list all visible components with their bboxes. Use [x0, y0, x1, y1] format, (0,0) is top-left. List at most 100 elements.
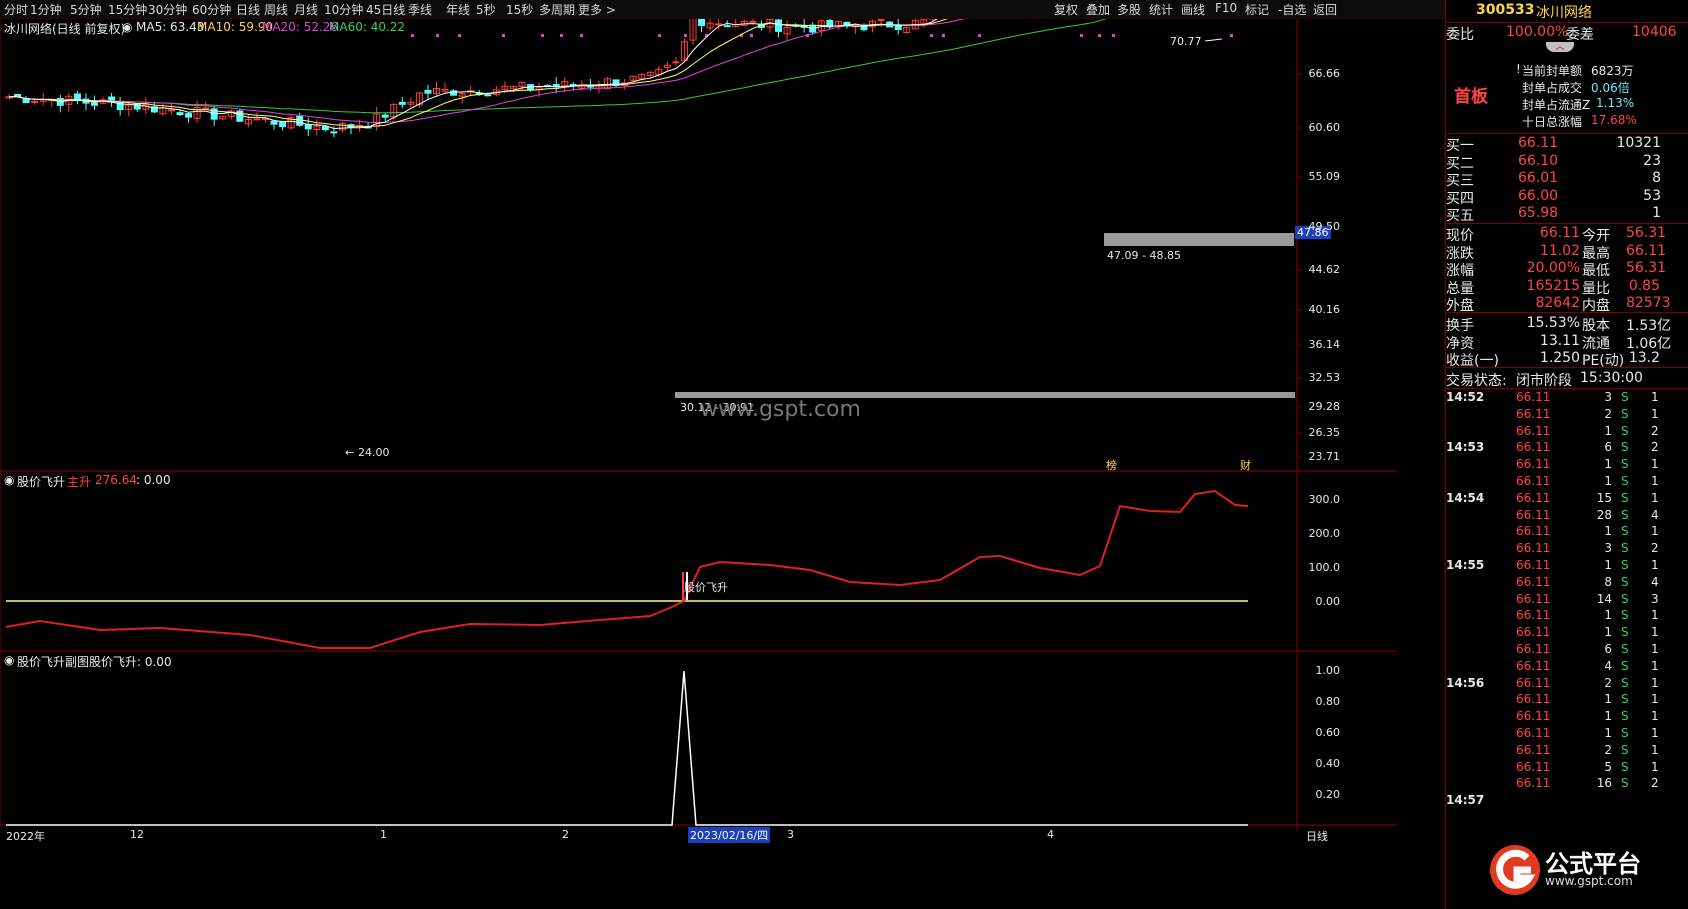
signal-dot [658, 34, 661, 37]
tick-price: 66.11 [1516, 625, 1551, 640]
tick-count: 4 [1651, 574, 1659, 589]
trade-status-label: 交易状态: [1446, 373, 1507, 389]
event-tag-cai[interactable]: 财 [1240, 457, 1251, 473]
stat-value: 0.85 [1628, 277, 1660, 294]
tick-row: 66.11 3 S 2 [1446, 541, 1688, 559]
tick-price: 66.11 [1516, 490, 1551, 505]
signal-dot [436, 34, 439, 37]
indicator2-value: 股价飞升: 0.00 [89, 655, 172, 669]
tick-side: S [1621, 642, 1629, 656]
tool-button-0[interactable]: 复权 [1054, 1, 1078, 18]
legend-toggle-icon[interactable]: ◉ [122, 20, 132, 34]
tool-button-3[interactable]: 统计 [1149, 1, 1173, 18]
period-tab-1[interactable]: 1分钟 [30, 1, 62, 18]
period-tab-13[interactable]: 5秒 [476, 1, 496, 18]
period-tab-8[interactable]: 月线 [294, 1, 318, 18]
period-tab-6[interactable]: 日线 [236, 1, 260, 18]
tool-button-7[interactable]: -自选 [1278, 1, 1306, 18]
tick-count: 4 [1651, 507, 1659, 522]
bid-row[interactable]: 买二 66.10 23 [1446, 153, 1688, 172]
candle-down [270, 120, 278, 125]
tick-side: S [1621, 457, 1629, 472]
signal-dot [541, 34, 544, 37]
indicator2-toggle-icon[interactable]: ◉ [4, 653, 14, 667]
chart-area[interactable]: 冰川网络(日线 前复权) ◉ MA5: 63.43 MA10: 59.90 MA… [0, 19, 1397, 909]
bid-row[interactable]: 买三 66.01 8 [1446, 170, 1688, 189]
stat-row: 外盘 82642 内盘 82573 [1446, 295, 1688, 314]
date-axis-tick: 2022年 [6, 830, 45, 843]
stock-title: 冰川网络(日线 前复权) [4, 22, 126, 36]
logo-url: www.gspt.com [1545, 874, 1633, 888]
tick-side: S [1621, 574, 1629, 589]
candle-down [894, 24, 902, 31]
low-marker: 24.00 [358, 446, 390, 459]
tick-count: 1 [1651, 457, 1659, 472]
tool-button-6[interactable]: 标记 [1245, 1, 1269, 18]
tool-button-8[interactable]: 返回 [1313, 1, 1337, 18]
tick-side: S [1621, 692, 1629, 707]
tick-row: 14:53 66.11 6 S 2 [1446, 440, 1688, 458]
collapse-chevron-icon[interactable]: ︿ [1546, 42, 1574, 52]
tick-row: 14:57 [1446, 793, 1688, 811]
tick-time: 14:57 [1446, 793, 1485, 808]
stat-value: 82573 [1626, 295, 1671, 311]
seal-trade-label: 封单占成交 [1522, 81, 1583, 95]
tool-button-4[interactable]: 画线 [1181, 1, 1205, 18]
ten-day-value: 17.68% [1591, 113, 1637, 127]
tool-button-5[interactable]: F10 [1215, 1, 1237, 15]
tick-volume: 1 [1604, 625, 1612, 640]
period-tab-10[interactable]: 45日线 [366, 1, 405, 18]
zone-upper-label: 47.09 - 48.85 [1107, 249, 1181, 262]
tick-price: 66.11 [1516, 709, 1551, 724]
period-tab-3[interactable]: 15分钟 [108, 1, 147, 18]
indicator1-zero-value: : 0.00 [136, 473, 171, 487]
candle-down [381, 114, 389, 118]
tick-price: 66.11 [1516, 423, 1551, 438]
price-axis-tick: 40.16 [1308, 303, 1341, 316]
tick-volume: 1 [1604, 558, 1612, 572]
tool-button-2[interactable]: 多股 [1117, 1, 1141, 18]
weibi-label: 委比 [1446, 27, 1474, 43]
period-tab-7[interactable]: 周线 [264, 1, 288, 18]
candle-down [484, 94, 492, 97]
kline-chart[interactable] [0, 19, 1397, 909]
watermark: www.gspt.com [700, 397, 861, 422]
tick-row: 66.11 14 S 3 [1446, 592, 1688, 610]
signal-dot [411, 34, 414, 37]
candle-down [304, 123, 312, 130]
candle-down [330, 131, 338, 134]
tick-price: 66.11 [1516, 726, 1551, 740]
period-tab-0[interactable]: 分时 [4, 1, 28, 18]
indicator1-toggle-icon[interactable]: ◉ [4, 473, 14, 487]
candle-down [424, 89, 432, 94]
period-tab-11[interactable]: 季线 [408, 1, 432, 18]
tick-row: 66.11 1 S 1 [1446, 474, 1688, 492]
bid-row[interactable]: 买一 66.11 10321 [1446, 135, 1688, 154]
tick-side: S [1621, 440, 1629, 455]
candle-up [31, 101, 39, 104]
tool-button-1[interactable]: 叠加 [1086, 1, 1110, 18]
period-tab-16[interactable]: 更多 > [578, 1, 616, 18]
period-tab-5[interactable]: 60分钟 [192, 1, 231, 18]
ma10-line [8, 19, 949, 127]
period-tab-4[interactable]: 30分钟 [148, 1, 187, 18]
candle-down [698, 19, 706, 27]
tick-price: 66.11 [1516, 390, 1551, 404]
indicator2-title: 股价飞升副图 [17, 655, 90, 669]
period-tab-15[interactable]: 多周期 [539, 1, 575, 18]
bid-volume: 1 [1652, 205, 1661, 221]
tick-count: 1 [1651, 692, 1659, 707]
signal-dot [942, 34, 945, 37]
period-tab-9[interactable]: 10分钟 [324, 1, 363, 18]
price-axis-tick: 26.35 [1308, 426, 1341, 439]
tick-time: 14:55 [1446, 558, 1485, 572]
bid-row[interactable]: 买四 66.00 53 [1446, 188, 1688, 207]
event-tag-bang[interactable]: 榜 [1106, 457, 1117, 473]
tick-price: 66.11 [1516, 658, 1551, 673]
tick-price: 66.11 [1516, 692, 1551, 707]
period-tab-14[interactable]: 15秒 [506, 1, 533, 18]
period-tab-2[interactable]: 5分钟 [70, 1, 102, 18]
bid-row[interactable]: 买五 65.98 1 [1446, 205, 1688, 224]
period-tab-12[interactable]: 年线 [446, 1, 470, 18]
bid-price: 66.01 [1518, 170, 1559, 186]
